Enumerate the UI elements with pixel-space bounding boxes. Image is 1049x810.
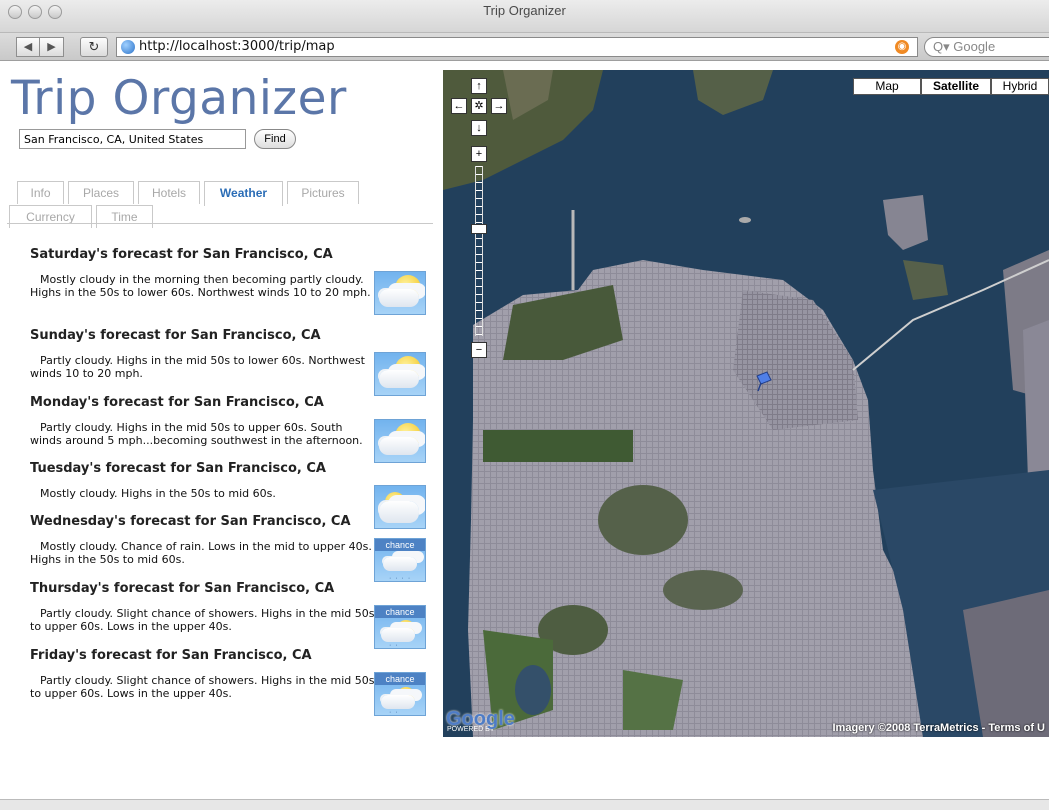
tab-places[interactable]: Places [68,181,134,204]
map-type-map[interactable]: Map [853,78,921,95]
map-pushpin-icon[interactable] [753,370,775,392]
forecast-text: Mostly cloudy in the morning then becomi… [30,273,371,299]
forecast-item: Friday's forecast for San Francisco, CA … [30,648,430,716]
forecast-heading: Wednesday's forecast for San Francisco, … [30,514,351,529]
forecast-heading: Friday's forecast for San Francisco, CA [30,648,312,663]
forecast-item: Tuesday's forecast for San Francisco, CA… [30,461,430,529]
google-logo[interactable]: Google [446,708,515,731]
zoom-in-button[interactable]: + [471,146,487,162]
forecast-text: Partly cloudy. Slight chance of showers.… [30,674,375,700]
partly-cloudy-icon [374,271,426,315]
window-title: Trip Organizer [483,3,566,18]
forecast-heading: Thursday's forecast for San Francisco, C… [30,581,335,596]
tab-bar: Info Places Hotels Weather Pictures Curr… [9,181,427,229]
forecast-text: Partly cloudy. Highs in the mid 50s to l… [30,354,365,380]
pan-center-button[interactable]: ✲ [471,98,487,114]
back-button[interactable]: ◀ [16,37,40,57]
forecast-text: Mostly cloudy. Chance of rain. Lows in t… [30,540,372,566]
chance-showers-icon: chance · · [374,672,426,716]
tab-hotels[interactable]: Hotels [138,181,200,204]
tab-time[interactable]: Time [96,205,153,228]
rss-icon[interactable]: ◉ [895,40,909,54]
tab-info[interactable]: Info [17,181,64,204]
zoom-slider-handle[interactable] [471,224,487,234]
chance-rain-icon: chance · · · · [374,538,426,582]
forecast-item: Sunday's forecast for San Francisco, CA … [30,328,430,396]
satellite-map[interactable]: ↑ ← ✲ → ↓ + − Map Satellite Hybrid POWER… [443,70,1049,737]
forecast-heading: Sunday's forecast for San Francisco, CA [30,328,321,343]
globe-icon [121,40,135,54]
window-titlebar: Trip Organizer [0,0,1049,33]
find-button[interactable]: Find [254,129,296,149]
tab-divider [7,223,433,224]
zoom-slider[interactable] [475,166,483,336]
forecast-heading: Saturday's forecast for San Francisco, C… [30,247,333,262]
location-input[interactable] [19,129,246,149]
forward-button[interactable]: ▶ [40,37,64,57]
forecast-item: Thursday's forecast for San Francisco, C… [30,581,430,649]
chance-label: chance [375,539,425,551]
forecast-heading: Tuesday's forecast for San Francisco, CA [30,461,326,476]
forecast-text: Partly cloudy. Slight chance of showers.… [30,607,375,633]
forecast-item: Monday's forecast for San Francisco, CA … [30,395,430,463]
pan-down-button[interactable]: ↓ [471,120,487,136]
search-input[interactable]: Q▾ Google [924,37,1049,57]
nav-buttons: ◀ ▶ [16,37,64,57]
browser-toolbar: ◀ ▶ ↻ http://localhost:3000/trip/map ◉ Q… [0,33,1049,61]
url-text: http://localhost:3000/trip/map [139,39,335,54]
chance-label: chance [375,606,425,618]
map-type-selector: Map Satellite Hybrid [853,78,1049,95]
address-bar[interactable]: http://localhost:3000/trip/map ◉ [116,37,918,57]
partly-cloudy-icon [374,352,426,396]
partly-cloudy-icon [374,419,426,463]
zoom-out-button[interactable]: − [471,342,487,358]
map-type-satellite[interactable]: Satellite [921,78,991,95]
chance-showers-icon: chance · · [374,605,426,649]
forecast-heading: Monday's forecast for San Francisco, CA [30,395,324,410]
tab-weather[interactable]: Weather [204,181,283,206]
map-imagery[interactable] [443,70,1049,737]
chance-label: chance [375,673,425,685]
pan-right-button[interactable]: → [491,98,507,114]
pan-left-button[interactable]: ← [451,98,467,114]
forecast-text: Partly cloudy. Highs in the mid 50s to u… [30,421,363,447]
status-bar [0,799,1049,810]
tab-currency[interactable]: Currency [9,205,92,228]
forecast-item: Saturday's forecast for San Francisco, C… [30,247,430,315]
tab-pictures[interactable]: Pictures [287,181,359,204]
forecast-text: Mostly cloudy. Highs in the 50s to mid 6… [40,487,276,500]
pan-up-button[interactable]: ↑ [471,78,487,94]
map-type-hybrid[interactable]: Hybrid [991,78,1049,95]
left-panel: Trip Organizer Find Info Places Hotels W… [0,62,443,762]
page-title: Trip Organizer [11,71,347,126]
forecast-item: Wednesday's forecast for San Francisco, … [30,514,430,582]
reload-button[interactable]: ↻ [80,37,108,57]
map-copyright[interactable]: Imagery ©2008 TerraMetrics - Terms of U [832,722,1045,734]
